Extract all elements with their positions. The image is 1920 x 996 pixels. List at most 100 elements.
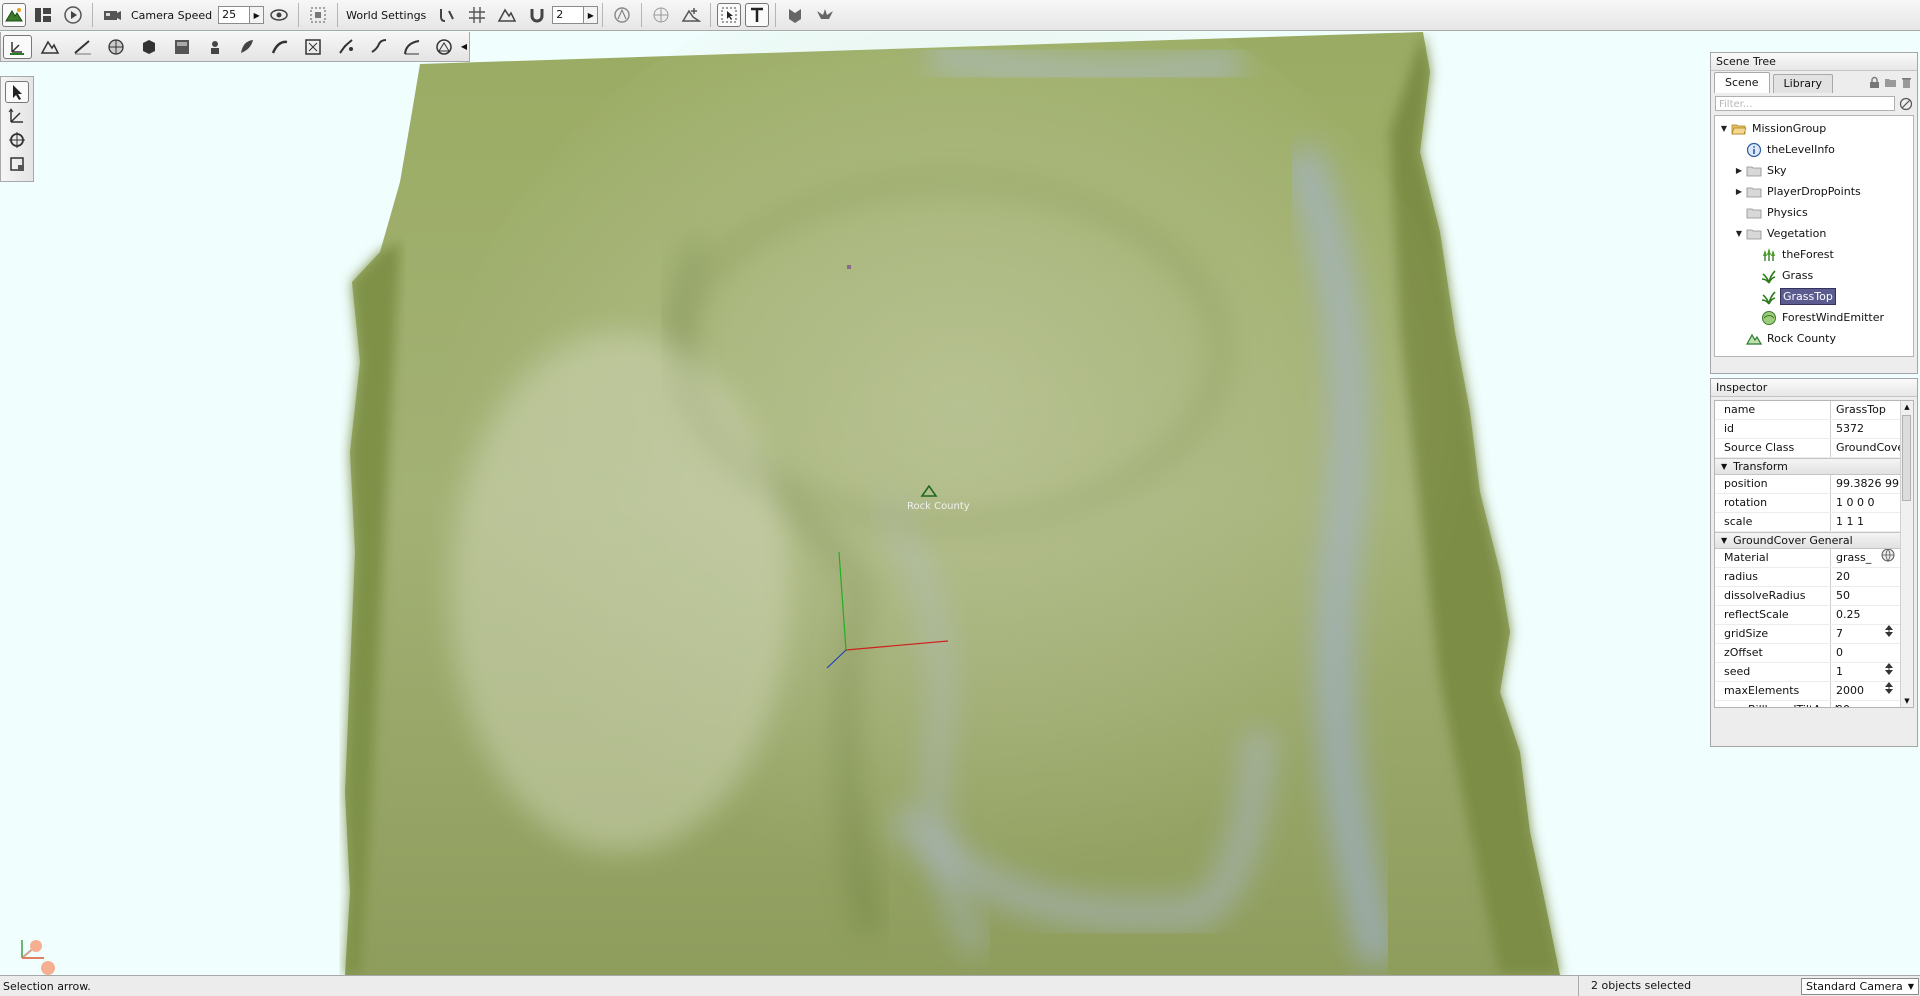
inspector-row: radius 20 — [1715, 568, 1913, 587]
rock-county-label: Rock County — [907, 501, 970, 512]
tree-item[interactable]: Rock County — [1715, 328, 1913, 349]
inspector-row: maxBillboardTiltAngle90 — [1715, 701, 1913, 707]
inspector-group-header[interactable]: ▼ Transform — [1715, 458, 1913, 475]
inspector-group-label: GroundCover General — [1733, 534, 1853, 547]
scrollbar-thumb[interactable] — [1902, 415, 1911, 501]
selection-arrow-icon[interactable] — [5, 81, 29, 103]
inspector-value-text: 5372 — [1836, 422, 1864, 435]
inspector-value-text: 90 — [1836, 701, 1850, 707]
tree-item[interactable]: ▼ MissionGroup — [1715, 118, 1913, 139]
scale-gizmo-icon[interactable] — [5, 153, 29, 175]
inspector-row: reflectScale 0.25 — [1715, 606, 1913, 625]
drop-object-icon[interactable] — [782, 2, 808, 28]
move-gizmo-icon[interactable] — [5, 105, 29, 127]
toolbar-separator — [641, 3, 643, 27]
object-center-icon[interactable] — [609, 2, 635, 28]
bounds-center-icon[interactable] — [648, 2, 674, 28]
expanded-arrow-icon: ▼ — [1721, 536, 1728, 545]
camera-mode-select[interactable]: Standard Camera ▼ — [1801, 977, 1919, 995]
spinner-arrows-icon[interactable] — [1883, 682, 1895, 700]
scroll-up-icon[interactable]: ▲ — [1901, 401, 1913, 413]
world-settings-label[interactable]: World Settings — [346, 9, 426, 22]
inspector-field-name: maxElements — [1715, 682, 1831, 700]
rotate-gizmo-icon[interactable] — [5, 129, 29, 151]
folder-open-icon — [1731, 121, 1747, 137]
spinner-arrows-icon[interactable] — [1883, 625, 1895, 643]
delete-icon[interactable] — [1900, 76, 1913, 89]
scene-filter-row: Filter... — [1711, 93, 1917, 113]
inspector-group-header[interactable]: ▼ GroundCover General — [1715, 532, 1913, 549]
snap-to-ground-icon[interactable] — [434, 2, 460, 28]
prefab-icon[interactable] — [812, 2, 838, 28]
text-labels-icon[interactable] — [745, 3, 770, 27]
inspector-row: name GrassTop — [1715, 401, 1913, 420]
tree-item[interactable]: ForestWindEmitter — [1715, 307, 1913, 328]
snap-size-input[interactable]: 2 — [552, 6, 585, 24]
gizmo-tools-palette — [0, 76, 34, 182]
magnet-snap-icon[interactable] — [524, 2, 550, 28]
inspector-field-name: Material — [1715, 549, 1831, 567]
inspector-row: dissolveRadius 50 — [1715, 587, 1913, 606]
inspector-value-text: 1 1 1 — [1836, 515, 1864, 528]
scene-tree-title: Scene Tree — [1711, 53, 1917, 71]
toolbar-separator — [92, 3, 93, 27]
gui-editor-icon[interactable] — [30, 2, 56, 28]
world-editor-icon[interactable] — [2, 3, 26, 27]
folder-icon — [1746, 205, 1762, 221]
tree-item[interactable]: GrassTop — [1715, 286, 1913, 307]
clear-filter-icon[interactable] — [1899, 97, 1913, 111]
inspector-value-text: 7 — [1836, 627, 1843, 640]
inspector-field-name: id — [1715, 420, 1831, 438]
tree-item-label: Grass — [1782, 269, 1814, 282]
inspector-row: Material grass_ — [1715, 549, 1913, 568]
tree-item[interactable]: Grass — [1715, 265, 1913, 286]
tree-item[interactable]: ▶ PlayerDropPoints — [1715, 181, 1913, 202]
tree-item-label: theLevelInfo — [1767, 143, 1835, 156]
tree-item[interactable]: Physics — [1715, 202, 1913, 223]
snap-size-arrow-icon[interactable]: ▶ — [584, 6, 599, 24]
inspector-row: gridSize 7 — [1715, 625, 1913, 644]
new-folder-icon[interactable] — [1884, 76, 1897, 89]
tree-item[interactable]: ▶ Sky — [1715, 160, 1913, 181]
camera-speed-input[interactable]: 25 — [218, 6, 251, 24]
spinner-arrows-icon[interactable] — [1883, 663, 1895, 681]
terrain-snap-icon[interactable] — [494, 2, 520, 28]
expanded-arrow-icon[interactable]: ▼ — [1719, 124, 1729, 133]
tree-item-label: GrassTop — [1780, 288, 1836, 305]
toolbar-separator — [775, 3, 777, 27]
inspector-value-text: 1 — [1836, 665, 1843, 678]
lock-icon[interactable] — [1868, 76, 1881, 89]
camera-mode-value: Standard Camera — [1806, 979, 1903, 993]
tree-item[interactable]: theLevelInfo — [1715, 139, 1913, 160]
inspector-value-text: 50 — [1836, 589, 1850, 602]
3d-viewport[interactable]: Rock County — [0, 32, 1920, 975]
camera-speed-arrow-icon[interactable]: ▶ — [250, 6, 265, 24]
grid-snap-icon[interactable] — [464, 2, 490, 28]
toolbar-separator — [298, 3, 300, 27]
wind-emitter-icon — [1761, 310, 1777, 326]
expanded-arrow-icon[interactable]: ▼ — [1734, 229, 1744, 238]
inspector-field-name: seed — [1715, 663, 1831, 681]
collapsed-arrow-icon[interactable]: ▶ — [1734, 187, 1744, 196]
collapsed-arrow-icon[interactable]: ▶ — [1734, 166, 1744, 175]
folder-icon — [1746, 226, 1762, 242]
tree-item-label: Sky — [1767, 164, 1787, 177]
toolbar-separator — [337, 3, 339, 27]
tree-item[interactable]: theForest — [1715, 244, 1913, 265]
inspector-value-text: 2000 — [1836, 684, 1864, 697]
material-picker-icon[interactable] — [1881, 549, 1895, 567]
tab-library[interactable]: Library — [1772, 74, 1834, 93]
scene-filter-input[interactable]: Filter... — [1715, 96, 1895, 111]
play-game-icon[interactable] — [60, 2, 86, 28]
fit-selection-icon[interactable] — [305, 2, 331, 28]
inspector-field-name: dissolveRadius — [1715, 587, 1831, 605]
tab-scene[interactable]: Scene — [1714, 72, 1770, 93]
world-transform-icon[interactable] — [678, 2, 704, 28]
visibility-eye-icon[interactable] — [266, 2, 292, 28]
inspector-value-text: GrassTop — [1836, 403, 1886, 416]
camera-icon[interactable] — [99, 2, 125, 28]
inspector-scrollbar[interactable]: ▲ ▼ — [1900, 401, 1913, 707]
scroll-down-icon[interactable]: ▼ — [1901, 695, 1913, 707]
tree-item[interactable]: ▼ Vegetation — [1715, 223, 1913, 244]
select-object-icon[interactable] — [717, 3, 742, 27]
